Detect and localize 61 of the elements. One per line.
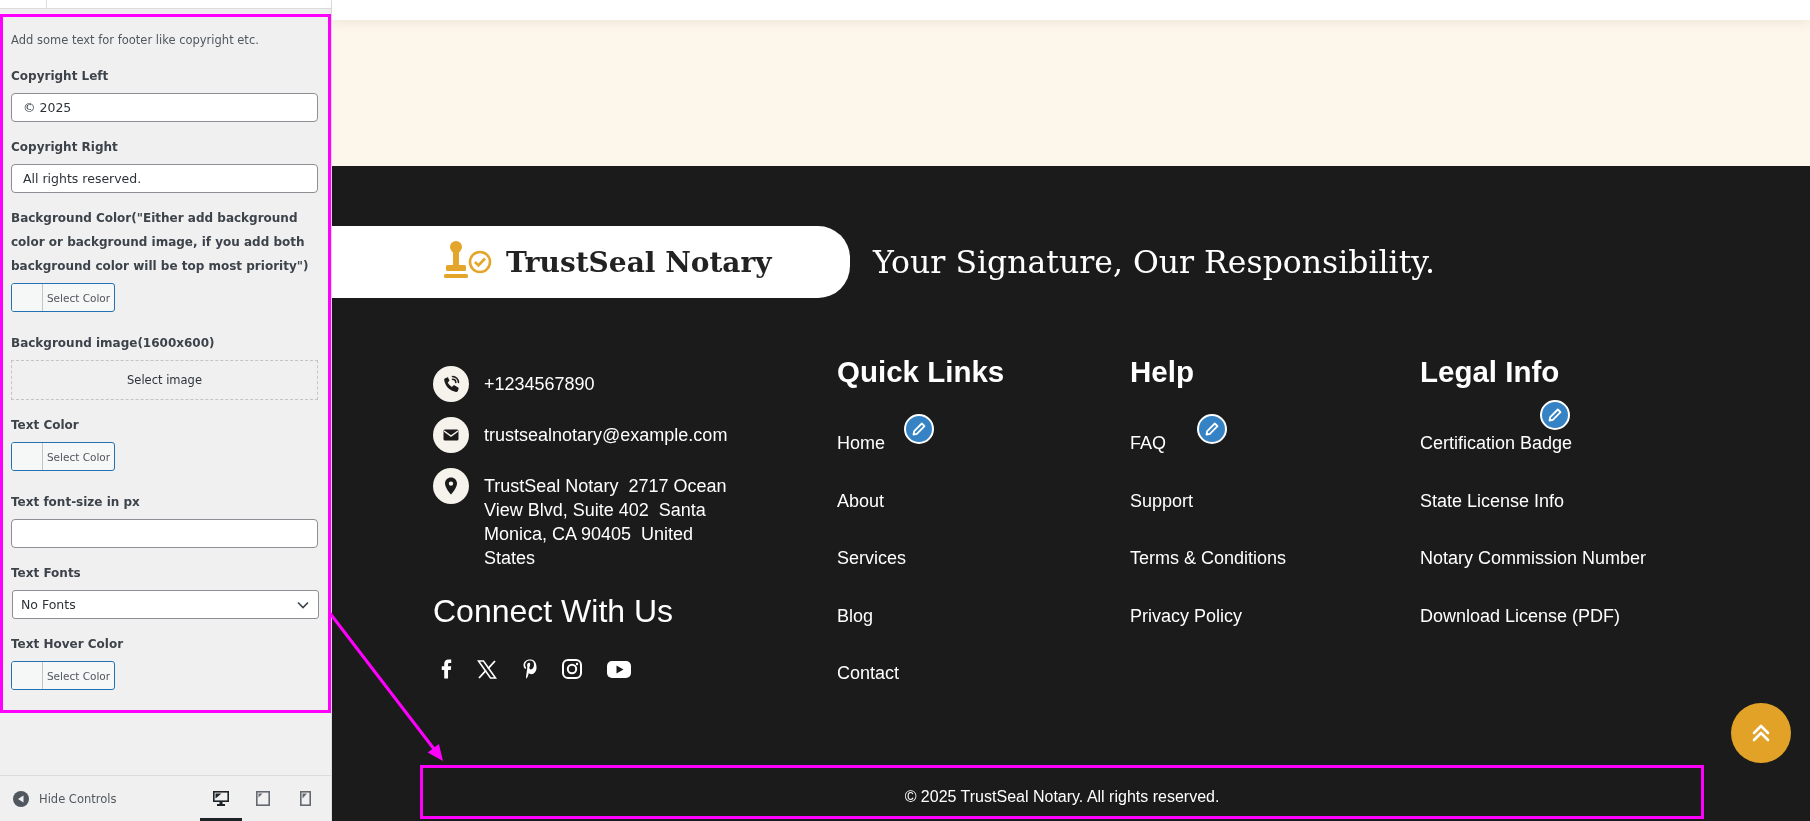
scroll-to-top-button[interactable] [1731, 703, 1791, 763]
footer-link[interactable]: Certification Badge [1420, 432, 1573, 454]
text-input[interactable]: © 2025 [11, 93, 318, 122]
footer-link[interactable]: Home [837, 432, 885, 454]
logo-banner[interactable]: TrustSeal Notary [332, 226, 850, 298]
footer-link[interactable]: Notary Commission Number [1420, 547, 1647, 569]
color-swatch-icon [12, 284, 43, 311]
footer-link[interactable]: About [837, 489, 885, 512]
postal-address: TrustSeal Notary 2717 Ocean View Blvd, Suite 402 Santa Monica, CA 90405 United States [484, 475, 728, 570]
hide-controls-button[interactable]: Hide Controls [13, 790, 117, 807]
pencil-icon[interactable] [1540, 400, 1570, 430]
text-input[interactable] [11, 519, 318, 548]
x-icon[interactable] [477, 659, 497, 679]
footer-link[interactable]: Services [837, 547, 907, 569]
field-label: Copyright Left [11, 68, 109, 85]
tagline: Your Signature, Our Responsibility. [873, 244, 1435, 280]
phone-device-icon [299, 791, 311, 806]
location-pin-icon [433, 468, 469, 504]
phone-number[interactable]: +1234567890 [484, 372, 595, 396]
email-address[interactable]: trustsealnotary@example.com [484, 423, 728, 447]
field-label: Text font-size in px [11, 494, 140, 511]
phone-icon [433, 366, 469, 402]
pinterest-icon[interactable] [522, 659, 537, 679]
envelope-icon [433, 417, 469, 453]
text-input[interactable]: All rights reserved. [11, 164, 318, 193]
select-color-button[interactable]: Select Color [11, 661, 115, 690]
footer-link[interactable]: Support [1130, 489, 1194, 512]
footer-link[interactable]: Contact [837, 662, 900, 684]
select-image-button[interactable]: Select image [11, 360, 318, 400]
footer-link[interactable]: Terms & Conditions [1130, 547, 1287, 569]
field-label: Text Hover Color [11, 636, 124, 653]
column-heading: Help [1130, 355, 1195, 389]
color-swatch-icon [12, 443, 43, 470]
pencil-icon[interactable] [1197, 414, 1227, 444]
chevron-down-icon [297, 600, 309, 609]
double-chevron-up-icon [1751, 723, 1771, 743]
select-color-button[interactable]: Select Color [11, 283, 115, 312]
footer-link[interactable]: FAQ [1130, 432, 1166, 454]
footer-link[interactable]: Download License (PDF) [1420, 604, 1621, 627]
pencil-icon[interactable] [904, 414, 934, 444]
youtube-icon[interactable] [607, 660, 631, 678]
section-description: Add some text for footer like copyright etc. [11, 32, 260, 49]
column-heading: Quick Links [837, 355, 1006, 389]
footer-link[interactable]: Privacy Policy [1130, 604, 1243, 627]
field-label: Background image(1600x600) [11, 335, 215, 352]
column-heading: Legal Info [1420, 355, 1561, 389]
footer-link[interactable]: Blog [837, 604, 874, 627]
instagram-icon[interactable] [562, 659, 582, 679]
connect-heading: Connect With Us [433, 593, 675, 629]
select-color-button[interactable]: Select Color [11, 442, 115, 471]
dropdown[interactable]: No Fonts [12, 590, 319, 619]
field-label: Background Color("Either add background color or background image, if you add both background color will be top most priority") [11, 210, 310, 275]
monitor-icon [213, 791, 229, 806]
footer-link[interactable]: State License Info [1420, 489, 1565, 512]
color-swatch-icon [12, 662, 43, 689]
tablet-icon [256, 791, 270, 806]
facebook-icon[interactable] [441, 659, 452, 679]
field-label: Copyright Right [11, 139, 118, 156]
field-label: Text Fonts [11, 565, 81, 582]
field-label: Text Color [11, 417, 79, 434]
copyright-text: © 2025 TrustSeal Notary. All rights reserved. [904, 788, 1220, 805]
